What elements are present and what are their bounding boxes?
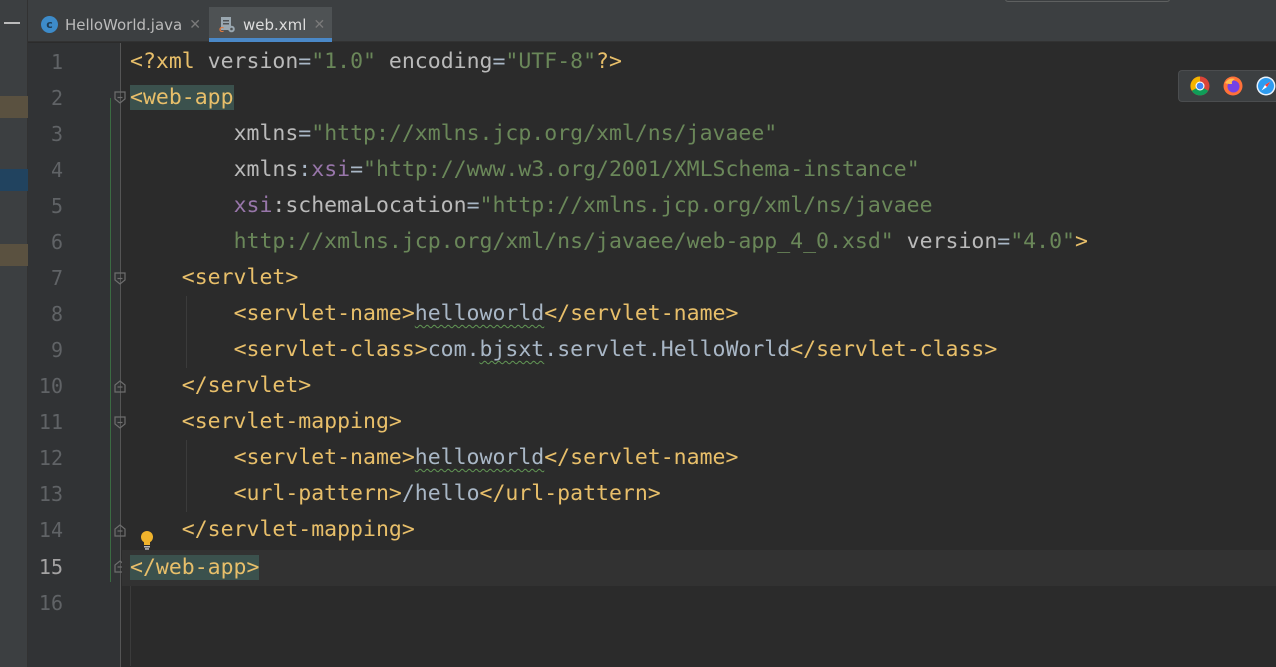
xml-config-icon: C xyxy=(219,17,235,33)
tab-label: HelloWorld.java xyxy=(65,15,183,34)
code-line-8: <servlet-name>helloworld</servlet-name> xyxy=(233,301,739,326)
line-number: 1 xyxy=(50,50,63,74)
code-line-6: http://xmlns.jcp.org/xml/ns/javaee/web-a… xyxy=(233,229,1088,254)
bookmark-marker xyxy=(0,96,28,118)
svg-text:C: C xyxy=(219,26,224,33)
current-line-highlight xyxy=(122,550,1276,586)
tab-label: web.xml xyxy=(243,15,307,34)
line-number: 9 xyxy=(50,338,63,362)
line-number: 3 xyxy=(50,122,63,146)
line-number: 6 xyxy=(50,230,63,254)
matched-tag-guide xyxy=(110,98,111,582)
code-line-15: </web-app> xyxy=(130,555,260,580)
search-field[interactable] xyxy=(1005,0,1170,2)
chrome-icon[interactable] xyxy=(1190,76,1210,96)
code-line-7: <servlet> xyxy=(181,265,299,290)
code-line-10: </servlet> xyxy=(181,373,312,398)
line-number: 13 xyxy=(38,482,63,506)
code-line-2: <web-app xyxy=(130,85,234,110)
code-editor[interactable]: <?xml version="1.0" encoding="UTF-8"?> <… xyxy=(110,43,1276,667)
line-number: 16 xyxy=(38,591,63,615)
line-number-current: 15 xyxy=(38,555,63,579)
line-number: 11 xyxy=(38,410,63,434)
tab-helloworld-java[interactable]: c HelloWorld.java ✕ xyxy=(31,7,206,42)
selection-marker xyxy=(0,169,28,191)
firefox-icon[interactable] xyxy=(1223,76,1243,96)
code-line-14: </servlet-mapping> xyxy=(181,517,415,542)
line-number: 14 xyxy=(38,518,63,542)
java-class-icon: c xyxy=(41,16,58,33)
tab-web-xml[interactable]: C web.xml ✕ xyxy=(209,7,332,42)
code-line-3: xmlns="http://xmlns.jcp.org/xml/ns/javae… xyxy=(233,121,778,146)
editor-tab-bar: c HelloWorld.java ✕ C web.xml ✕ xyxy=(28,0,1276,42)
line-number-gutter[interactable]: 1 2 3 4 5 6 7 8 9 10 11 12 13 14 15 16 xyxy=(28,43,126,667)
code-line-12: <servlet-name>helloworld</servlet-name> xyxy=(233,445,739,470)
line-number: 5 xyxy=(50,194,63,218)
code-line-4: xmlns:xsi="http://www.w3.org/2001/XMLSch… xyxy=(233,157,920,182)
line-number: 7 xyxy=(50,266,63,290)
indent-guide xyxy=(130,586,131,666)
bookmark-marker xyxy=(0,244,28,266)
minimize-icon[interactable] xyxy=(4,22,20,24)
line-number: 4 xyxy=(50,158,63,182)
lightbulb-icon[interactable] xyxy=(140,530,154,550)
code-line-9: <servlet-class>com.bjsxt.servlet.HelloWo… xyxy=(233,337,998,362)
code-line-11: <servlet-mapping> xyxy=(181,409,402,434)
code-line-13: <url-pattern>/hello</url-pattern> xyxy=(233,481,661,506)
code-line-5: xsi:schemaLocation="http://xmlns.jcp.org… xyxy=(233,193,933,218)
line-number: 2 xyxy=(50,86,63,110)
line-number: 8 xyxy=(50,302,63,326)
close-icon[interactable]: ✕ xyxy=(313,17,325,33)
open-in-browser-bar xyxy=(1178,70,1276,102)
close-icon[interactable]: ✕ xyxy=(189,17,201,33)
line-number: 10 xyxy=(38,374,63,398)
tool-window-strip xyxy=(0,0,28,667)
code-line-1: <?xml version="1.0" encoding="UTF-8"?> xyxy=(130,49,622,74)
safari-icon[interactable] xyxy=(1256,76,1276,96)
line-number: 12 xyxy=(38,446,63,470)
